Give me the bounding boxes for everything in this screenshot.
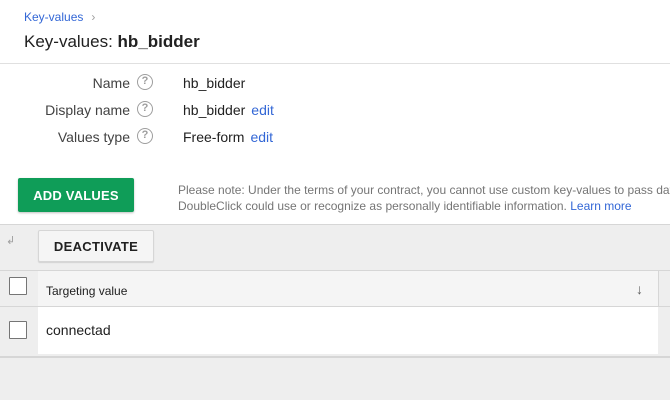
add-values-button[interactable]: ADD VALUES [18,178,134,212]
detail-value-name: hb_bidder [183,75,245,91]
pii-notice-line-2: DoubleClick could use or recognize as pe… [178,198,670,214]
column-divider [658,270,659,307]
table-row [38,307,658,354]
table-header-cell [38,270,658,307]
help-icon[interactable]: ? [137,128,153,144]
detail-label-name: Name [92,75,130,91]
breadcrumb: Key-values › [24,10,95,24]
detail-row-name: Name ? hb_bidder [0,72,670,94]
sort-arrow-down-icon[interactable]: ↓ [636,281,643,297]
table-bottom-divider [0,356,670,358]
values-type-value: Free-form [183,129,245,145]
header-divider [0,63,670,64]
select-all-checkbox[interactable] [9,277,27,295]
targeting-value-cell: connectad [46,322,111,338]
learn-more-link[interactable]: Learn more [570,199,631,213]
page-title-prefix: Key-values: [24,32,118,51]
breadcrumb-link-key-values[interactable]: Key-values [24,10,83,24]
detail-value-values-type: Free-form edit [183,129,273,145]
help-icon[interactable]: ? [137,101,153,117]
detail-label-display-name: Display name [45,102,130,118]
detail-row-values-type: Values type ? Free-form edit [0,126,670,148]
detail-label-values-type: Values type [57,129,130,145]
page-title: Key-values: hb_bidder [24,32,200,52]
display-name-value: hb_bidder [183,102,246,118]
row-checkbox[interactable] [9,321,27,339]
column-header-targeting-value[interactable]: Targeting value [46,284,127,298]
name-value: hb_bidder [183,75,246,91]
collapse-arrow-icon[interactable]: ↲ [6,234,15,247]
edit-display-name-link[interactable]: edit [251,102,274,118]
edit-values-type-link[interactable]: edit [250,129,273,145]
detail-value-display-name: hb_bidder edit [183,102,274,118]
pii-notice: Please note: Under the terms of your con… [178,182,670,214]
pii-notice-text: DoubleClick could use or recognize as pe… [178,199,567,213]
deactivate-button[interactable]: DEACTIVATE [38,230,154,262]
page-title-name: hb_bidder [117,32,200,51]
pii-notice-line-1: Please note: Under the terms of your con… [178,183,670,197]
detail-row-display-name: Display name ? hb_bidder edit [0,99,670,121]
breadcrumb-separator-icon: › [91,10,96,24]
help-icon[interactable]: ? [137,74,153,90]
toolbar-divider [0,224,670,225]
